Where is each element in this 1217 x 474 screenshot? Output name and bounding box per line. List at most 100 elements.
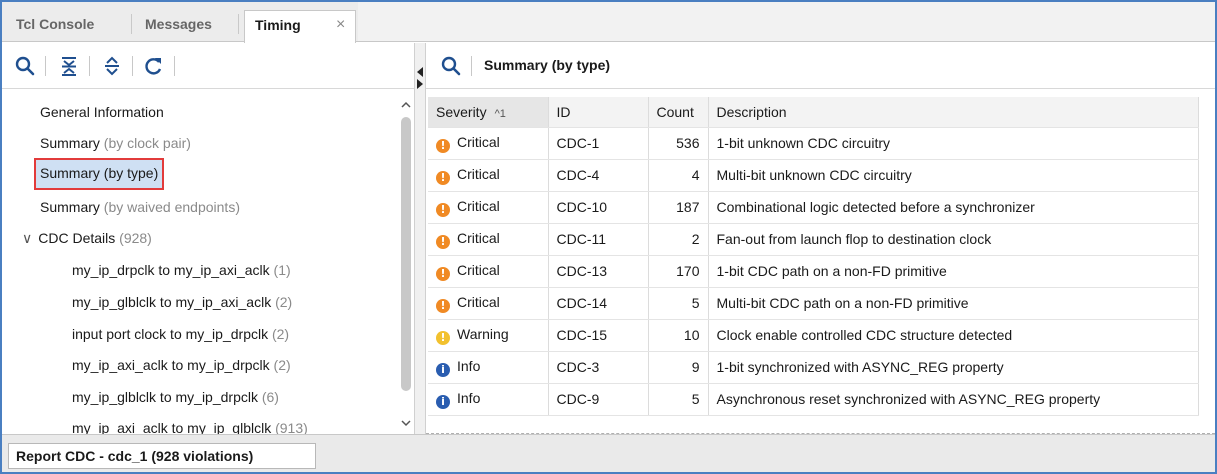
table-row[interactable]: i Info CDC-9 5 Asynchronous reset synchroniz… (428, 383, 1199, 416)
severity-label: Critical (457, 133, 500, 150)
sort-ascending-icon: ^1 (494, 107, 506, 120)
tree-item-suffix: (2) (271, 294, 293, 310)
collapse-left-icon[interactable] (416, 67, 424, 77)
table-header-row: Severity ^1 ID Count Description (428, 97, 1199, 128)
severity-cell: ! Critical (428, 127, 549, 160)
tree-item-suffix: (928) (115, 230, 152, 246)
severity-cell: i Info (428, 351, 549, 384)
scrollbar-thumb[interactable] (401, 117, 411, 391)
count-cell: 536 (648, 127, 709, 160)
column-header-description[interactable]: Description (708, 97, 1199, 128)
tree-item-label: Summary (40, 199, 100, 215)
tree-item-clock-pair[interactable]: my_ip_glblclk to my_ip_axi_aclk (2) (72, 289, 292, 317)
scroll-down-icon[interactable] (400, 417, 412, 429)
critical-icon: ! (436, 266, 450, 281)
id-cell: CDC-14 (548, 287, 649, 320)
tree-item-label: input port clock to my_ip_drpclk (72, 326, 269, 342)
description-cell: Asynchronous reset synchronized with ASY… (708, 383, 1199, 416)
table-row[interactable]: ! Critical CDC-13 170 1-bit CDC path on a no… (428, 255, 1199, 288)
report-tab-bar: Report CDC - cdc_1 (928 violations) (2, 434, 1215, 472)
description-cell: Clock enable controlled CDC structure de… (708, 319, 1199, 352)
id-cell: CDC-9 (548, 383, 649, 416)
table-row[interactable]: ! Critical CDC-11 2 Fan-out from launch flop… (428, 223, 1199, 256)
table-row[interactable]: ! Critical CDC-4 4 Multi-bit unknown CDC cir… (428, 159, 1199, 192)
info-icon: i (436, 394, 450, 409)
critical-icon: ! (436, 234, 450, 249)
critical-icon: ! (436, 170, 450, 185)
collapse-right-icon[interactable] (416, 79, 424, 89)
tab-tcl-console[interactable]: Tcl Console (6, 10, 104, 42)
id-cell: CDC-1 (548, 127, 649, 160)
severity-label: Warning (457, 325, 509, 342)
table-row[interactable]: ! Critical CDC-1 536 1-bit unknown CDC circu… (428, 127, 1199, 160)
id-cell: CDC-15 (548, 319, 649, 352)
tree-item-label: CDC Details (38, 230, 116, 246)
report-tab-cdc[interactable]: Report CDC - cdc_1 (928 violations) (8, 443, 316, 469)
tree-scrollbar[interactable] (398, 95, 414, 434)
tree-item-summary-by-clock-pair[interactable]: Summary (by clock pair) (40, 130, 191, 158)
table-row[interactable]: i Info CDC-3 9 1-bit synchronized with ASYNC… (428, 351, 1199, 384)
expand-all-icon[interactable] (101, 55, 123, 77)
count-cell: 2 (648, 223, 709, 256)
tab-bar: Tcl Console Messages Timing × (2, 2, 1215, 43)
search-icon[interactable] (14, 55, 36, 77)
tree-item-summary-by-type[interactable]: Summary (by type) (33, 158, 165, 190)
summary-header: Summary (by type) (426, 43, 1215, 89)
tree-item-clock-pair[interactable]: my_ip_glblclk to my_ip_drpclk (6) (72, 384, 279, 412)
severity-label: Critical (457, 229, 500, 246)
tree-item-general-information[interactable]: General Information (40, 99, 164, 127)
count-cell: 4 (648, 159, 709, 192)
column-header-id[interactable]: ID (548, 97, 649, 128)
severity-cell: ! Critical (428, 159, 549, 192)
count-cell: 9 (648, 351, 709, 384)
tree-item-suffix: (1) (269, 262, 291, 278)
tree-item-suffix: (2) (268, 326, 290, 342)
pane-splitter[interactable] (414, 43, 426, 434)
column-header-count[interactable]: Count (648, 97, 709, 128)
severity-cell: i Info (428, 383, 549, 416)
refresh-icon[interactable] (142, 55, 164, 77)
description-cell: 1-bit unknown CDC circuitry (708, 127, 1199, 160)
column-header-severity[interactable]: Severity ^1 (428, 97, 549, 128)
id-cell: CDC-3 (548, 351, 649, 384)
close-icon[interactable]: × (336, 11, 345, 39)
chevron-down-icon[interactable]: ∨ (22, 230, 32, 246)
warning-icon: ! (436, 330, 450, 345)
severity-label: Critical (457, 165, 500, 182)
tree-item-label: my_ip_glblclk to my_ip_drpclk (72, 389, 258, 405)
search-icon[interactable] (440, 55, 462, 77)
toolbar-separator (45, 56, 46, 76)
table-row[interactable]: ! Critical CDC-14 5 Multi-bit CDC path on a … (428, 287, 1199, 320)
critical-icon: ! (436, 298, 450, 313)
header-separator (471, 56, 472, 76)
tree-item-clock-pair[interactable]: my_ip_axi_aclk to my_ip_drpclk (2) (72, 352, 291, 380)
severity-label: Critical (457, 293, 500, 310)
id-cell: CDC-11 (548, 223, 649, 256)
tree-item-clock-pair[interactable]: my_ip_drpclk to my_ip_axi_aclk (1) (72, 257, 291, 285)
tree-item-suffix: (6) (257, 389, 279, 405)
tree-item-cdc-details[interactable]: ∨ CDC Details (928) (22, 225, 152, 253)
description-cell: 1-bit synchronized with ASYNC_REG proper… (708, 351, 1199, 384)
description-cell: Fan-out from launch flop to destination … (708, 223, 1199, 256)
page-title: Summary (by type) (484, 57, 611, 73)
table-row[interactable]: ! Critical CDC-10 187 Combinational logic de… (428, 191, 1199, 224)
tree-item-summary-by-waived-endpoints[interactable]: Summary (by waived endpoints) (40, 194, 240, 222)
description-cell: Multi-bit unknown CDC circuitry (708, 159, 1199, 192)
tree-item-label: Summary (40, 135, 100, 151)
tree-item-label: my_ip_drpclk to my_ip_axi_aclk (72, 262, 270, 278)
tab-timing-label: Timing (255, 17, 301, 33)
scroll-up-icon[interactable] (400, 99, 412, 111)
severity-cell: ! Critical (428, 223, 549, 256)
id-cell: CDC-10 (548, 191, 649, 224)
column-label: Severity (436, 103, 487, 120)
table-body: ! Critical CDC-1 536 1-bit unknown CDC circu… (428, 127, 1199, 416)
collapse-all-icon[interactable] (58, 55, 80, 77)
navigation-toolbar (2, 43, 414, 89)
summary-table: Severity ^1 ID Count Description ! Critica… (428, 97, 1199, 416)
tree-item-clock-pair[interactable]: input port clock to my_ip_drpclk (2) (72, 321, 289, 349)
tab-messages[interactable]: Messages (135, 10, 222, 42)
severity-label: Info (457, 389, 481, 406)
id-cell: CDC-13 (548, 255, 649, 288)
table-row[interactable]: ! Warning CDC-15 10 Clock enable controlled … (428, 319, 1199, 352)
severity-label: Info (457, 357, 481, 374)
